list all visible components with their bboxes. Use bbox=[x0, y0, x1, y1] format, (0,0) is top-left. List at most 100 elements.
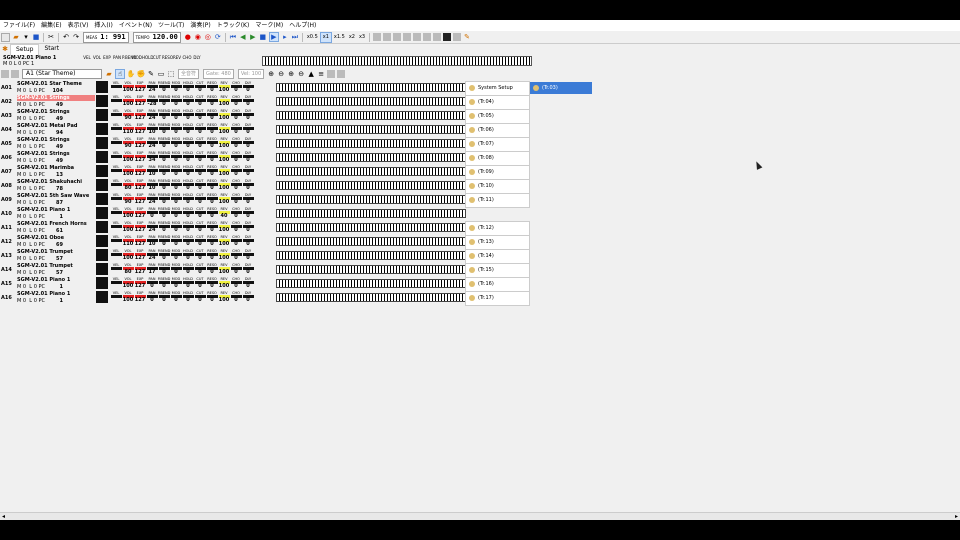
track-name-item[interactable]: (Tr.06) bbox=[465, 123, 530, 138]
mixer-bar[interactable] bbox=[110, 169, 122, 172]
track-m-value[interactable]: 0 bbox=[23, 214, 26, 220]
mixer-value[interactable]: 0 bbox=[246, 284, 249, 289]
mixer-cell[interactable]: MOD 0 bbox=[170, 165, 182, 177]
mixer-cell[interactable]: PAN 10 bbox=[146, 165, 158, 177]
mixer-cell[interactable]: CUT 0 bbox=[194, 277, 206, 289]
track-row[interactable]: A03 SGM-V2.01 Strings M 0 L 0 PC 49 VEL VOL 90… bbox=[0, 109, 530, 124]
mixer-value[interactable]: 0 bbox=[174, 172, 177, 177]
mixer-value[interactable]: 0 bbox=[186, 144, 189, 149]
track-m-value[interactable]: 0 bbox=[23, 130, 26, 136]
track-pc-value[interactable]: 78 bbox=[45, 186, 63, 192]
mixer-value[interactable]: 0 bbox=[234, 186, 237, 191]
mixer-cell[interactable]: VOL 100 bbox=[122, 81, 134, 93]
mixer-cell[interactable]: VOL 110 bbox=[122, 235, 134, 247]
mixer-value[interactable]: 0 bbox=[162, 284, 165, 289]
mixer-value[interactable]: 40 bbox=[221, 214, 228, 219]
mixer-value[interactable]: 0 bbox=[198, 116, 201, 121]
mixer-cell[interactable]: VEL bbox=[110, 291, 122, 303]
mixer-cell[interactable]: VOL 90 bbox=[122, 109, 134, 121]
mixer-cell[interactable]: CHO 0 bbox=[230, 137, 242, 149]
mixer-value[interactable]: 0 bbox=[210, 88, 213, 93]
mixer-cell[interactable]: DLY 0 bbox=[242, 249, 254, 261]
mixer-cell[interactable]: P.BEND 0 bbox=[158, 221, 171, 233]
mixer-bar[interactable] bbox=[110, 211, 122, 214]
mixer-value[interactable]: 0 bbox=[246, 186, 249, 191]
track-l-value[interactable]: 0 bbox=[34, 172, 37, 178]
mixer-value[interactable]: 0 bbox=[162, 228, 165, 233]
mixer-cell[interactable]: VOL 100 bbox=[122, 165, 134, 177]
mixer-value[interactable]: 100 bbox=[123, 158, 133, 163]
header-keyboard[interactable] bbox=[262, 56, 532, 66]
mixer-cell[interactable]: DLY 0 bbox=[242, 179, 254, 191]
select-tool-icon[interactable]: ☝ bbox=[115, 69, 125, 79]
mixer-value[interactable]: 0 bbox=[234, 158, 237, 163]
track-instrument-name[interactable]: SGM-V2.01 Strings bbox=[17, 109, 95, 115]
mixer-value[interactable]: 0 bbox=[234, 270, 237, 275]
mixer-value[interactable]: 0 bbox=[174, 228, 177, 233]
mixer-cell[interactable]: MOD 0 bbox=[170, 193, 182, 205]
mixer-cell[interactable]: CHO 0 bbox=[230, 277, 242, 289]
mixer-cell[interactable]: VEL bbox=[110, 221, 122, 233]
track-instrument-name[interactable]: SGM-V2.01 Piano 1 bbox=[17, 207, 95, 213]
track-l-value[interactable]: 0 bbox=[34, 130, 37, 136]
mixer-value[interactable]: 0 bbox=[210, 242, 213, 247]
track-m-value[interactable]: 0 bbox=[23, 284, 26, 290]
mixer-value[interactable]: 0 bbox=[210, 102, 213, 107]
track-name-item[interactable]: (Tr.11) bbox=[465, 193, 530, 208]
mixer-cell[interactable]: RESO 0 bbox=[206, 179, 218, 191]
mixer-cell[interactable]: CUT 0 bbox=[194, 263, 206, 275]
mixer-cell[interactable]: VEL bbox=[110, 249, 122, 261]
mixer-value[interactable]: 0 bbox=[246, 228, 249, 233]
zoom-out-icon[interactable]: ⊖ bbox=[277, 70, 285, 78]
mixer-value[interactable]: 0 bbox=[162, 172, 165, 177]
mixer-cell[interactable]: P.BEND 0 bbox=[158, 81, 171, 93]
track-keyboard[interactable] bbox=[276, 293, 466, 302]
tab-start[interactable]: Start bbox=[39, 44, 64, 54]
mixer-value[interactable]: 0 bbox=[186, 158, 189, 163]
track-instrument-name[interactable]: SGM-V2.01 Piano 1 bbox=[17, 277, 95, 283]
stop-icon[interactable]: ■ bbox=[259, 33, 267, 41]
track-instrument-name[interactable]: SGM-V2.01 Marimba bbox=[17, 165, 95, 171]
monitor-icon[interactable] bbox=[433, 33, 442, 41]
mixer-cell[interactable]: VOL 100 bbox=[122, 95, 134, 107]
mixer-cell[interactable]: HOLD 0 bbox=[182, 95, 194, 107]
mixer-cell[interactable]: EXP 127 bbox=[134, 249, 146, 261]
mixer-value[interactable]: 100 bbox=[123, 298, 133, 303]
mixer-cell[interactable]: EXP 127 bbox=[134, 221, 146, 233]
mixer-cell[interactable]: VEL bbox=[110, 179, 122, 191]
marquee-icon[interactable]: ⬚ bbox=[167, 70, 175, 78]
mixer-value[interactable]: 100 bbox=[219, 256, 229, 261]
mixer-cell[interactable]: CHO 0 bbox=[230, 95, 242, 107]
mixer-cell[interactable]: RESO 0 bbox=[206, 165, 218, 177]
mixer-cell[interactable]: MOD 0 bbox=[170, 221, 182, 233]
mixer-value[interactable]: 90 bbox=[125, 200, 132, 205]
mixer-cell[interactable]: EXP 127 bbox=[134, 193, 146, 205]
track-keyboard[interactable] bbox=[276, 279, 466, 288]
mixer-cell[interactable]: CHO 0 bbox=[230, 109, 242, 121]
mixer-value[interactable]: 10 bbox=[149, 172, 156, 177]
track-keyboard[interactable] bbox=[276, 97, 466, 106]
mixer-cell[interactable]: DLY 0 bbox=[242, 207, 254, 219]
mixer-cell[interactable]: EXP 127 bbox=[134, 165, 146, 177]
mixer-cell[interactable]: VOL 80 bbox=[122, 263, 134, 275]
track-name-item[interactable]: (Tr.05) bbox=[465, 109, 530, 124]
mixer-cell[interactable]: CUT 0 bbox=[194, 81, 206, 93]
mixer-cell[interactable]: REV 100 bbox=[218, 165, 230, 177]
quantize-icon[interactable]: ▲ bbox=[307, 70, 315, 78]
new-file-icon[interactable] bbox=[1, 32, 10, 42]
mixer-cell[interactable]: REV 100 bbox=[218, 291, 230, 303]
zoom-in-icon[interactable]: ⊕ bbox=[267, 70, 275, 78]
mixer-value[interactable]: 127 bbox=[135, 144, 145, 149]
mixer-value[interactable]: 0 bbox=[186, 186, 189, 191]
track-l-value[interactable]: 0 bbox=[34, 256, 37, 262]
track-l-value[interactable]: 0 bbox=[34, 158, 37, 164]
mixer-cell[interactable]: P.BEND 0 bbox=[158, 137, 171, 149]
track-name-item[interactable]: (Tr.13) bbox=[465, 235, 530, 250]
mixer-value[interactable]: 0 bbox=[186, 228, 189, 233]
mixer-bar[interactable] bbox=[110, 141, 122, 144]
mixer-cell[interactable]: CUT 0 bbox=[194, 137, 206, 149]
mixer-value[interactable]: 0 bbox=[186, 130, 189, 135]
mixer-bar[interactable] bbox=[110, 253, 122, 256]
mixer-value[interactable]: 0 bbox=[234, 298, 237, 303]
menu-mark[interactable]: マーク(M) bbox=[252, 20, 286, 31]
